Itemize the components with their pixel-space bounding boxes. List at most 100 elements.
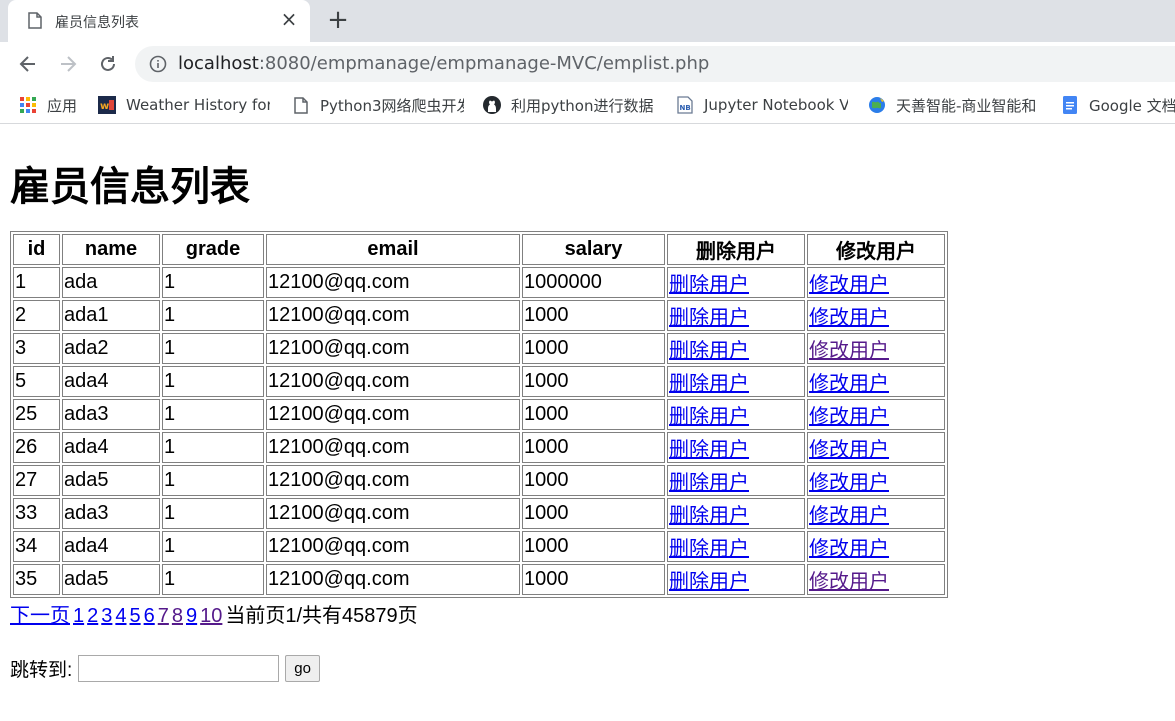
column-header-edit: 修改用户 (807, 234, 945, 265)
page-link[interactable]: 4 (115, 605, 126, 627)
cell-id: 5 (13, 366, 60, 397)
cell-name: ada (62, 267, 160, 298)
cell-salary: 1000 (522, 432, 665, 463)
edit-user-link[interactable]: 修改用户 (809, 571, 889, 593)
edit-user-link[interactable]: 修改用户 (809, 538, 889, 560)
cell-id: 27 (13, 465, 60, 496)
page-icon (292, 96, 310, 114)
cell-name: ada4 (62, 531, 160, 562)
column-header-email: email (266, 234, 520, 265)
edit-user-link[interactable]: 修改用户 (809, 439, 889, 461)
edit-user-link[interactable]: 修改用户 (809, 472, 889, 494)
go-button[interactable]: go (285, 655, 320, 682)
page-link[interactable]: 3 (101, 605, 112, 627)
bookmark-tianshan[interactable]: 天善智能-商业智能和 (868, 95, 1040, 115)
bookmark-weather-history[interactable]: w Weather History for (98, 95, 270, 115)
bookmarks-bar: 应用 w Weather History for Python3网络爬虫开发 利… (0, 86, 1175, 124)
cell-delete: 删除用户 (667, 564, 805, 595)
cell-delete: 删除用户 (667, 366, 805, 397)
cell-grade: 1 (162, 465, 264, 496)
delete-user-link[interactable]: 删除用户 (669, 307, 749, 329)
address-bar[interactable]: localhost:8080/empmanage/empmanage-MVC/e… (135, 46, 1175, 82)
cell-delete: 删除用户 (667, 531, 805, 562)
page-link[interactable]: 1 (73, 605, 84, 627)
cell-id: 35 (13, 564, 60, 595)
bookmark-apps[interactable]: 应用 (19, 95, 81, 115)
edit-user-link[interactable]: 修改用户 (809, 406, 889, 428)
delete-user-link[interactable]: 删除用户 (669, 571, 749, 593)
page-content: 雇员信息列表 id name grade email salary 删除用户 修… (0, 124, 1175, 682)
cell-email: 12100@qq.com (266, 267, 520, 298)
edit-user-link[interactable]: 修改用户 (809, 340, 889, 362)
edit-user-link[interactable]: 修改用户 (809, 307, 889, 329)
page-link[interactable]: 6 (144, 605, 155, 627)
cell-salary: 1000 (522, 366, 665, 397)
delete-user-link[interactable]: 删除用户 (669, 340, 749, 362)
close-tab-icon[interactable]: × (280, 9, 298, 29)
cell-edit: 修改用户 (807, 333, 945, 364)
cell-salary: 1000 (522, 300, 665, 331)
globe-icon (868, 96, 886, 114)
edit-user-link[interactable]: 修改用户 (809, 274, 889, 296)
svg-text:NB: NB (680, 104, 691, 112)
cell-edit: 修改用户 (807, 399, 945, 430)
google-docs-icon (1061, 96, 1079, 114)
next-page-link[interactable]: 下一页 (10, 605, 70, 627)
cell-delete: 删除用户 (667, 333, 805, 364)
cell-email: 12100@qq.com (266, 333, 520, 364)
cell-grade: 1 (162, 267, 264, 298)
reload-icon[interactable] (95, 51, 121, 77)
jump-page-input[interactable] (78, 655, 280, 682)
cell-id: 3 (13, 333, 60, 364)
cell-name: ada3 (62, 498, 160, 529)
cell-id: 25 (13, 399, 60, 430)
browser-toolbar: localhost:8080/empmanage/empmanage-MVC/e… (0, 42, 1175, 86)
weather-site-icon: w (98, 96, 116, 114)
cell-email: 12100@qq.com (266, 366, 520, 397)
page-link[interactable]: 2 (87, 605, 98, 627)
bookmark-jupyter[interactable]: NB Jupyter Notebook V (676, 95, 848, 115)
delete-user-link[interactable]: 删除用户 (669, 439, 749, 461)
browser-tab[interactable]: 雇员信息列表 × (8, 0, 310, 42)
bookmark-python3-crawler[interactable]: Python3网络爬虫开发 (292, 95, 464, 115)
cell-delete: 删除用户 (667, 465, 805, 496)
cell-email: 12100@qq.com (266, 465, 520, 496)
column-header-id: id (13, 234, 60, 265)
delete-user-link[interactable]: 删除用户 (669, 472, 749, 494)
new-tab-icon[interactable]: + (326, 7, 350, 33)
cell-name: ada1 (62, 300, 160, 331)
edit-user-link[interactable]: 修改用户 (809, 373, 889, 395)
page-link[interactable]: 7 (158, 605, 169, 627)
delete-user-link[interactable]: 删除用户 (669, 505, 749, 527)
delete-user-link[interactable]: 删除用户 (669, 274, 749, 296)
back-icon[interactable] (15, 51, 41, 77)
cell-edit: 修改用户 (807, 465, 945, 496)
table-row: 34 ada4 1 12100@qq.com 1000 删除用户 修改用户 (13, 531, 945, 562)
cell-delete: 删除用户 (667, 399, 805, 430)
page-link[interactable]: 9 (186, 605, 197, 627)
edit-user-link[interactable]: 修改用户 (809, 505, 889, 527)
notebook-icon: NB (676, 96, 694, 114)
bookmark-label: Python3网络爬虫开发 (320, 96, 464, 115)
info-icon[interactable] (149, 55, 167, 77)
cell-id: 2 (13, 300, 60, 331)
page-status: 当前页1/共有45879页 (225, 605, 418, 627)
cell-grade: 1 (162, 300, 264, 331)
pagination: 下一页 1 2 3 4 5 6 7 8 9 10 当前页1/共有45879页 (10, 599, 1165, 628)
jump-label: 跳转到: (10, 660, 73, 681)
cell-salary: 1000 (522, 498, 665, 529)
cell-edit: 修改用户 (807, 564, 945, 595)
forward-icon[interactable] (55, 51, 81, 77)
cell-name: ada3 (62, 399, 160, 430)
page-link[interactable]: 5 (130, 605, 141, 627)
url-host: localhost (178, 53, 259, 74)
delete-user-link[interactable]: 删除用户 (669, 406, 749, 428)
page-link[interactable]: 8 (172, 605, 183, 627)
cell-grade: 1 (162, 531, 264, 562)
bookmark-python-data[interactable]: 利用python进行数据 (483, 95, 655, 115)
delete-user-link[interactable]: 删除用户 (669, 373, 749, 395)
bookmark-google-docs[interactable]: Google 文档 (1061, 95, 1175, 115)
delete-user-link[interactable]: 删除用户 (669, 538, 749, 560)
cell-edit: 修改用户 (807, 531, 945, 562)
page-link[interactable]: 10 (200, 605, 222, 627)
